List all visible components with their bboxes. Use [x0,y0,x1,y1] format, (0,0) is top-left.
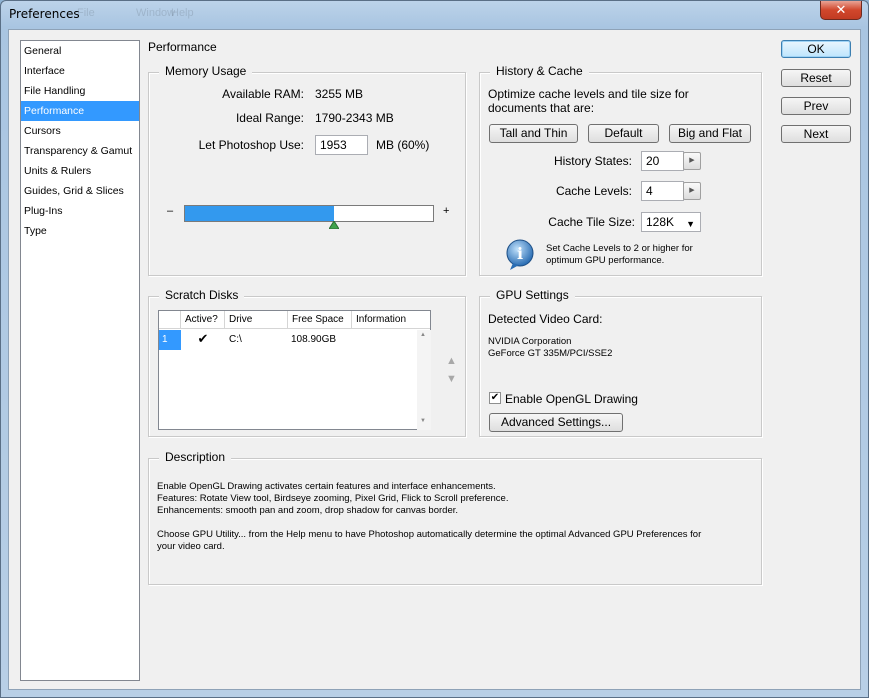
slider-thumb-icon[interactable] [328,221,339,229]
default-cache-button[interactable]: Default [588,124,659,143]
video-card-model: GeForce GT 335M/PCI/SSE2 [488,348,613,359]
memory-percent-label: MB (60%) [376,138,430,152]
slider-max-glyph: + [443,205,450,217]
header-index [159,311,181,329]
sidebar-item-guides-grid-slices[interactable]: Guides, Grid & Slices [21,181,139,201]
table-row[interactable]: 1 ✔ C:\ 108.90GB [159,330,417,350]
cache-info-text: Set Cache Levels to 2 or higher for opti… [546,243,693,266]
advanced-settings-button[interactable]: Advanced Settings... [489,413,623,432]
scroll-up-icon[interactable]: ▲ [420,332,426,338]
dialog-client: General Interface File Handling Performa… [8,29,861,690]
sidebar-item-general[interactable]: General [21,41,139,61]
tall-and-thin-button[interactable]: Tall and Thin [489,124,578,143]
row-free-space: 108.90GB [291,334,337,345]
memory-slider[interactable] [184,205,434,229]
prev-button[interactable]: Prev [781,97,851,115]
enable-opengl-checkbox[interactable]: ✔ [489,392,501,404]
header-free-space[interactable]: Free Space [288,311,352,329]
history-states-input[interactable]: 20 [641,151,684,171]
cache-levels-spinner[interactable]: ▶ [683,182,701,200]
video-card-vendor: NVIDIA Corporation [488,336,572,347]
cache-levels-input[interactable]: 4 [641,181,684,201]
title-bar[interactable]: Preferences File Window Help ✕ [1,1,868,29]
row-drive: C:\ [229,334,242,345]
gpu-settings-label: GPU Settings [490,288,575,302]
ghost-menu-window: Window [136,7,176,19]
sidebar-item-transparency-gamut[interactable]: Transparency & Gamut [21,141,139,161]
history-states-spinner[interactable]: ▶ [683,152,701,170]
close-button[interactable]: ✕ [820,1,862,20]
sidebar-item-type[interactable]: Type [21,221,139,241]
gpu-settings-group: GPU Settings Detected Video Card: NVIDIA… [479,288,762,437]
available-ram-label: Available RAM: [222,87,304,101]
info-icon: i [506,239,534,270]
enable-opengl-label[interactable]: Enable OpenGL Drawing [505,392,638,406]
chevron-right-icon: ▶ [689,157,695,164]
ideal-range-value: 1790-2343 MB [315,111,394,125]
description-group: Description Enable OpenGL Drawing activa… [148,450,762,585]
category-list[interactable]: General Interface File Handling Performa… [20,40,140,681]
cache-hint-text: Optimize cache levels and tile size for … [488,87,689,115]
history-states-label: History States: [553,154,632,168]
scratch-disks-group: Scratch Disks Active? Drive Free Space I… [148,288,466,437]
preferences-window: Preferences File Window Help ✕ General I… [0,0,869,698]
description-label: Description [159,450,232,464]
next-button[interactable]: Next [781,125,851,143]
header-drive[interactable]: Drive [225,311,288,329]
info-glyph: i [517,244,523,263]
sidebar-item-file-handling[interactable]: File Handling [21,81,139,101]
active-checkbox[interactable]: ✔ [197,332,209,346]
ghost-menu-help: Help [171,7,194,19]
scratch-disks-label: Scratch Disks [159,288,245,302]
sidebar-item-plug-ins[interactable]: Plug-Ins [21,201,139,221]
let-photoshop-use-label: Let Photoshop Use: [198,138,304,152]
cache-tile-size-value: 128K [646,215,675,229]
chevron-right-icon: ▶ [689,187,695,194]
sidebar-item-units-rulers[interactable]: Units & Rulers [21,161,139,181]
cache-levels-label: Cache Levels: [555,184,632,198]
scratch-disks-table[interactable]: Active? Drive Free Space Information 1 ✔… [158,310,431,430]
description-text: Enable OpenGL Drawing activates certain … [157,481,702,552]
chevron-down-icon: ▼ [686,219,695,229]
sidebar-item-interface[interactable]: Interface [21,61,139,81]
memory-amount-input[interactable]: 1953 [315,135,368,155]
move-up-icon[interactable]: ▲ [446,355,457,367]
memory-slider-fill [185,206,334,221]
sidebar-item-performance[interactable]: Performance [21,101,139,121]
ideal-range-label: Ideal Range: [235,111,304,125]
reset-button[interactable]: Reset [781,69,851,87]
page-title: Performance [148,40,217,54]
ghost-menu-file: File [77,7,95,19]
ok-button[interactable]: OK [781,40,851,58]
scroll-down-icon[interactable]: ▼ [420,418,426,424]
history-cache-group: History & Cache Optimize cache levels an… [479,64,762,276]
table-header: Active? Drive Free Space Information [159,311,430,329]
big-and-flat-button[interactable]: Big and Flat [669,124,751,143]
memory-usage-label: Memory Usage [159,64,253,78]
slider-min-glyph: – [167,205,174,217]
row-index: 1 [159,330,181,350]
sidebar-item-cursors[interactable]: Cursors [21,121,139,141]
cache-tile-size-select[interactable]: 128K ▼ [641,212,701,232]
available-ram-value: 3255 MB [315,87,364,101]
history-cache-label: History & Cache [490,64,589,78]
header-active[interactable]: Active? [181,311,225,329]
close-icon: ✕ [835,2,847,17]
move-down-icon[interactable]: ▼ [446,373,457,385]
header-information[interactable]: Information [352,311,432,329]
memory-usage-group: Memory Usage Available RAM: 3255 MB Idea… [148,64,466,276]
table-scrollbar[interactable]: ▲ ▼ [417,330,431,430]
cache-tile-size-label: Cache Tile Size: [548,215,635,229]
window-title: Preferences [9,7,80,21]
detected-video-card-label: Detected Video Card: [488,312,603,326]
